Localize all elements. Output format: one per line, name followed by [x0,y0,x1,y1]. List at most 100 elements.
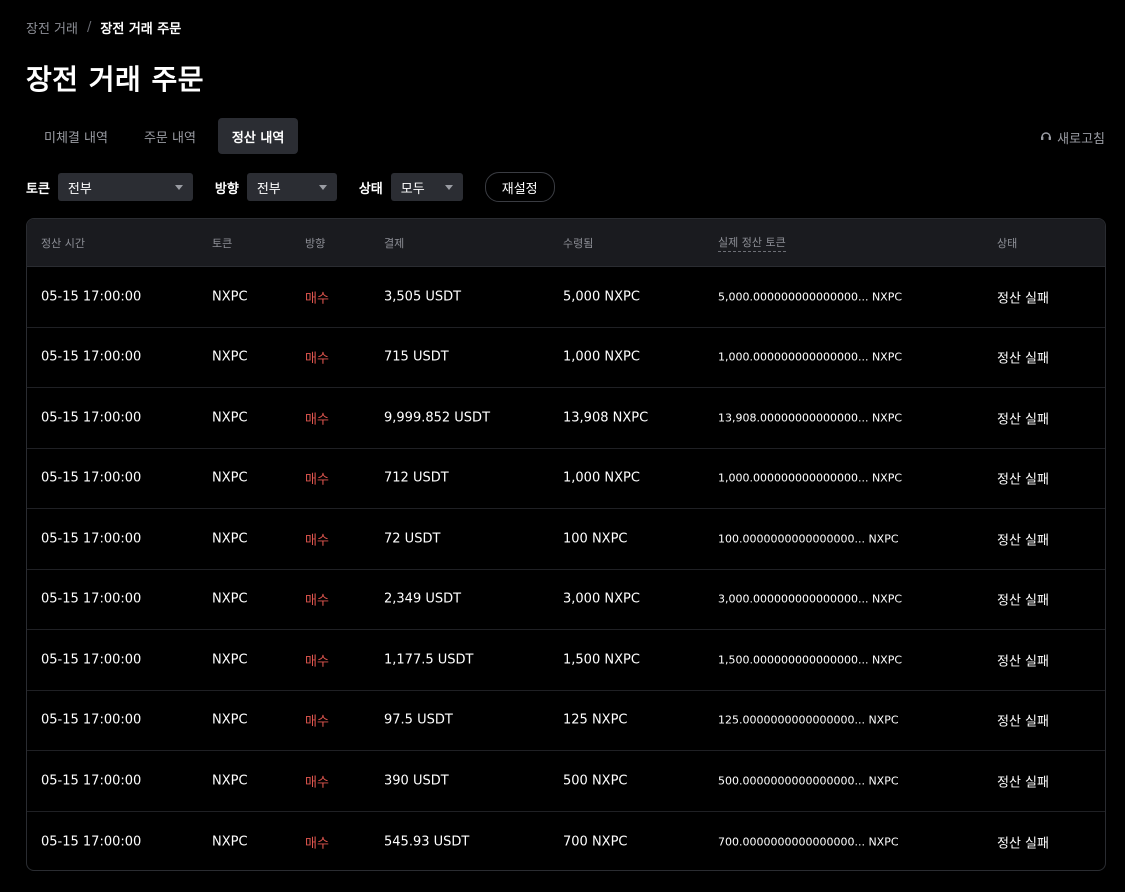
cell-actual-settled-token: 1,500.000000000000000... NXPC [718,653,903,667]
table-row: 05-15 17:00:00 NXPC 매수 390 USDT 500 NXPC 500.… [27,751,1105,812]
table-row: 05-15 17:00:00 NXPC 매수 72 USDT 100 NXPC 100.0… [27,509,1105,570]
cell-status: 정산 실패 [997,291,1049,307]
cell-status: 정산 실패 [997,714,1049,730]
cell-received: 5,000 NXPC [563,289,640,305]
table-row: 05-15 17:00:00 NXPC 매수 2,349 USDT 3,000 NXPC… [27,570,1105,630]
cell-settlement-time: 05-15 17:00:00 [41,289,142,305]
breadcrumb: 장전 거래 / 장전 거래 주문 [26,18,181,37]
tab-settlement-history[interactable]: 정산 내역 [217,118,299,154]
status-filter-value: 모두 [400,181,425,197]
cell-settlement-time: 05-15 17:00:00 [41,652,142,668]
tab-bar: 미체결 내역 주문 내역 정산 내역 [30,118,299,154]
cell-settlement-time: 05-15 17:00:00 [41,773,142,789]
refresh-button[interactable]: 새로고침 [1040,128,1105,147]
status-filter-label: 상태 [358,181,383,197]
cell-direction: 매수 [305,351,329,367]
table-row: 05-15 17:00:00 NXPC 매수 3,505 USDT 5,000 NXPC… [27,267,1105,328]
cell-received: 1,000 NXPC [563,470,640,486]
page-title: 장전 거래 주문 [26,63,205,96]
cell-settlement-time: 05-15 17:00:00 [41,712,142,728]
cell-direction: 매수 [305,472,329,488]
cell-token: NXPC [212,410,248,426]
cell-received: 100 NXPC [563,531,628,547]
cell-token: NXPC [212,834,248,850]
cell-settlement-time: 05-15 17:00:00 [41,470,142,486]
cell-actual-settled-token: 100.0000000000000000... NXPC [718,532,899,546]
cell-actual-settled-token: 700.0000000000000000... NXPC [718,835,899,849]
header-direction: 방향 [305,236,326,250]
chevron-down-icon [318,184,327,190]
header-status: 상태 [997,236,1018,250]
cell-received: 13,908 NXPC [563,410,649,426]
cell-token: NXPC [212,531,248,547]
cell-actual-settled-token: 13,908.00000000000000... NXPC [718,411,903,425]
cell-payment: 545.93 USDT [384,834,470,850]
breadcrumb-parent-link[interactable]: 장전 거래 [26,18,78,37]
table-row: 05-15 17:00:00 NXPC 매수 715 USDT 1,000 NXPC 1,… [27,328,1105,388]
cell-actual-settled-token: 125.0000000000000000... NXPC [718,713,899,727]
cell-received: 1,000 NXPC [563,349,640,365]
cell-token: NXPC [212,470,248,486]
tab-order-history[interactable]: 주문 내역 [130,118,210,154]
header-token: 토큰 [212,236,233,250]
breadcrumb-current: 장전 거래 주문 [100,22,182,37]
token-filter-select[interactable]: 전부 [57,173,193,201]
cell-payment: 9,999.852 USDT [384,410,491,426]
cell-settlement-time: 05-15 17:00:00 [41,349,142,365]
cell-actual-settled-token: 1,000.000000000000000... NXPC [718,471,903,485]
cell-settlement-time: 05-15 17:00:00 [41,591,142,607]
filter-bar: 토큰 전부 방향 전부 상태 모두 재설정 [26,172,555,202]
cell-payment: 712 USDT [384,470,449,486]
header-actual-settled-token[interactable]: 실제 정산 토큰 [718,234,786,252]
cell-actual-settled-token: 5,000.000000000000000... NXPC [718,290,903,304]
settlement-table: 정산 시간 토큰 방향 결제 수령됨 실제 정산 토큰 상태 05-15 17:… [26,218,1106,871]
cell-status: 정산 실패 [997,836,1049,852]
cell-direction: 매수 [305,593,329,609]
cell-direction: 매수 [305,654,329,670]
cell-payment: 3,505 USDT [384,289,462,305]
table-header: 정산 시간 토큰 방향 결제 수령됨 실제 정산 토큰 상태 [27,219,1105,267]
cell-payment: 2,349 USDT [384,591,462,607]
cell-received: 125 NXPC [563,712,628,728]
tab-open-orders[interactable]: 미체결 내역 [30,118,122,154]
cell-settlement-time: 05-15 17:00:00 [41,834,142,850]
cell-token: NXPC [212,289,248,305]
cell-received: 1,500 NXPC [563,652,640,668]
table-row: 05-15 17:00:00 NXPC 매수 1,177.5 USDT 1,500 NX… [27,630,1105,691]
breadcrumb-separator: / [86,20,92,35]
header-payment: 결제 [384,236,405,250]
refresh-icon [1040,130,1052,146]
cell-direction: 매수 [305,291,329,307]
refresh-label: 새로고침 [1057,132,1105,147]
direction-filter-value: 전부 [256,181,281,197]
cell-status: 정산 실패 [997,472,1049,488]
cell-token: NXPC [212,773,248,789]
cell-settlement-time: 05-15 17:00:00 [41,410,142,426]
cell-token: NXPC [212,349,248,365]
cell-payment: 72 USDT [384,531,441,547]
cell-status: 정산 실패 [997,533,1049,549]
cell-status: 정산 실패 [997,351,1049,367]
chevron-down-icon [444,184,453,190]
reset-button[interactable]: 재설정 [484,172,555,202]
cell-token: NXPC [212,652,248,668]
cell-token: NXPC [212,591,248,607]
cell-status: 정산 실패 [997,593,1049,609]
cell-received: 500 NXPC [563,773,628,789]
cell-payment: 715 USDT [384,349,449,365]
cell-direction: 매수 [305,714,329,730]
cell-payment: 1,177.5 USDT [384,652,474,668]
direction-filter-label: 방향 [214,181,239,197]
table-row: 05-15 17:00:00 NXPC 매수 712 USDT 1,000 NXPC 1,… [27,449,1105,509]
cell-direction: 매수 [305,412,329,428]
direction-filter-select[interactable]: 전부 [246,173,337,201]
cell-direction: 매수 [305,775,329,791]
cell-actual-settled-token: 3,000.000000000000000... NXPC [718,592,903,606]
table-row: 05-15 17:00:00 NXPC 매수 545.93 USDT 700 NXPC 7… [27,812,1105,871]
header-received: 수령됨 [563,236,594,250]
table-row: 05-15 17:00:00 NXPC 매수 9,999.852 USDT 13,908… [27,388,1105,449]
status-filter-select[interactable]: 모두 [390,173,463,201]
cell-actual-settled-token: 500.0000000000000000... NXPC [718,774,899,788]
chevron-down-icon [174,184,183,190]
token-filter-label: 토큰 [26,181,50,197]
